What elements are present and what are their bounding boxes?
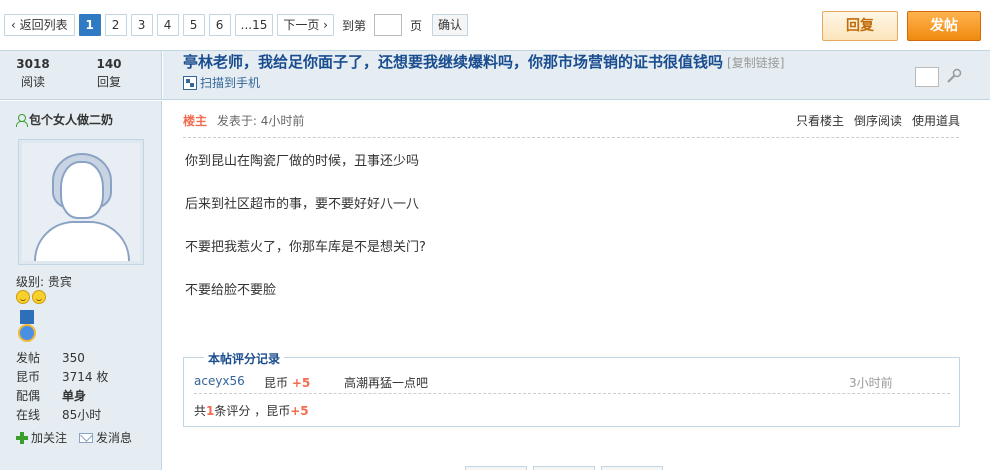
smiley-icon xyxy=(32,290,46,304)
follow-label: 加关注 xyxy=(31,431,68,445)
envelope-icon xyxy=(79,432,94,443)
message-label: 发消息 xyxy=(96,431,133,445)
stat-row: 昆币 3714 枚 xyxy=(16,368,108,387)
rating-legend: 本帖评分记录 xyxy=(204,350,285,367)
stat-row: 配偶 单身 xyxy=(16,387,108,406)
bottom-button[interactable] xyxy=(533,466,595,470)
jump-prefix: 到第 xyxy=(341,18,366,33)
stat-value: 85小时 xyxy=(62,408,102,422)
qr-code-icon xyxy=(183,75,197,90)
rating-time: 3小时前 xyxy=(849,376,893,390)
host-badge: 楼主 xyxy=(183,114,208,128)
rating-user-link[interactable]: aceyx56 xyxy=(194,374,245,388)
rating-row: aceyx56 昆币 +5 高潮再猛一点吧 3小时前 xyxy=(194,372,950,394)
jump-confirm-button[interactable]: 确认 xyxy=(432,14,469,36)
page-3-button[interactable]: 3 xyxy=(130,14,153,36)
author-name-link[interactable]: 包个女人做二奶 xyxy=(16,111,113,128)
page-1-button[interactable]: 1 xyxy=(78,14,101,36)
scan-to-phone-link[interactable]: 扫描到手机 xyxy=(183,74,260,91)
only-author-link[interactable]: 只看楼主 xyxy=(796,112,844,129)
post-paragraph: 不要把我惹火了，你那车库是不是想关门? xyxy=(185,240,426,255)
post-body: 你到昆山在陶瓷厂做的时候，丑事还少吗 后来到社区超市的事，要不要好好八一八 不要… xyxy=(185,151,426,323)
header-option-box[interactable] xyxy=(915,67,939,87)
avatar-body xyxy=(34,221,130,261)
scan-label: 扫描到手机 xyxy=(200,76,261,90)
page-2-button[interactable]: 2 xyxy=(104,14,127,36)
post-time: 发表于: 4小时前 xyxy=(216,114,305,128)
use-item-link[interactable]: 使用道具 xyxy=(912,112,960,129)
page-5-button[interactable]: 5 xyxy=(182,14,205,36)
send-message-button[interactable]: 发消息 xyxy=(79,429,132,446)
back-to-list-button[interactable]: ‹ 返回列表 xyxy=(4,14,75,36)
jump-suffix: 页 xyxy=(409,18,422,33)
rating-reason: 高潮再猛一点吧 xyxy=(344,376,429,390)
stat-key: 配偶 xyxy=(16,389,41,403)
thread-title-text: 亭林老师，我给足你面子了，还想要我继续爆料吗，你那市场营销的证书很值钱吗 xyxy=(183,53,724,71)
post-meta: 楼主 发表于: 4小时前 xyxy=(183,112,304,129)
new-post-button[interactable]: 发帖 xyxy=(907,11,981,41)
thread-stats: 3018 阅读 140 回复 xyxy=(0,51,162,99)
post-paragraph: 你到昆山在陶瓷厂做的时候，丑事还少吗 xyxy=(185,154,420,169)
author-stats: 发帖 350 昆币 3714 枚 配偶 单身 在线 85小时 xyxy=(16,349,108,425)
stat-row: 发帖 350 xyxy=(16,349,108,368)
post-tools: 只看楼主 倒序阅读 使用道具 xyxy=(786,112,960,129)
stat-value: 350 xyxy=(62,351,85,365)
follow-button[interactable]: 加关注 xyxy=(16,429,67,446)
stat-key: 发帖 xyxy=(16,351,41,365)
next-page-button[interactable]: 下一页 › xyxy=(277,14,334,36)
replies-label: 回复 xyxy=(96,75,121,89)
post-content: 楼主 发表于: 4小时前 只看楼主 倒序阅读 使用道具 你到昆山在陶瓷厂做的时候… xyxy=(163,101,990,470)
copy-link[interactable]: [复制链接] xyxy=(727,56,784,70)
rating-amount: +5 xyxy=(291,376,311,390)
wrench-icon[interactable] xyxy=(945,67,963,85)
level-stars xyxy=(16,290,48,304)
rating-currency: 昆币 +5 xyxy=(264,374,310,391)
post-paragraph: 不要给脸不要脸 xyxy=(185,283,277,298)
avatar[interactable] xyxy=(18,139,144,265)
post-paragraph: 后来到社区超市的事，要不要好好八一八 xyxy=(185,197,420,212)
author-sidebar: 包个女人做二奶 级别: 贵宾 发帖 350 昆币 3714 枚 配偶 单身 在线 85小… xyxy=(0,101,162,470)
jump-page-input[interactable] xyxy=(373,14,402,36)
author-actions: 加关注 发消息 xyxy=(16,429,144,446)
stat-value: 3714 枚 xyxy=(62,370,109,384)
page-6-button[interactable]: 6 xyxy=(208,14,231,36)
bottom-button[interactable] xyxy=(465,466,527,470)
views-count: 3018 xyxy=(16,57,50,71)
pager: ‹ 返回列表 1 2 3 4 5 6 ...15 下一页 › 到第 页 确认 xyxy=(4,14,469,36)
rating-currency-label: 昆币 xyxy=(264,376,289,390)
author-name: 包个女人做二奶 xyxy=(29,113,114,127)
bottom-button[interactable] xyxy=(601,466,663,470)
rating-record: 本帖评分记录 aceyx56 昆币 +5 高潮再猛一点吧 3小时前 共1条评分 … xyxy=(183,350,960,427)
thread-header: 3018 阅读 140 回复 亭林老师，我给足你面子了，还想要我继续爆料吗，你那… xyxy=(0,50,990,100)
thread-title-area: 亭林老师，我给足你面子了，还想要我继续爆料吗，你那市场营销的证书很值钱吗 [复制链… xyxy=(163,51,990,99)
page-4-button[interactable]: 4 xyxy=(156,14,179,36)
summary-amount: +5 xyxy=(290,404,309,418)
stat-key: 在线 xyxy=(16,408,41,422)
rating-summary: 共1条评分 ，昆币+5 xyxy=(194,402,309,419)
medal-icon[interactable] xyxy=(16,310,38,344)
author-level: 级别: 贵宾 xyxy=(16,275,72,289)
replies-count: 140 xyxy=(96,57,122,71)
user-icon xyxy=(16,113,28,127)
reverse-order-link[interactable]: 倒序阅读 xyxy=(854,112,902,129)
stat-value: 单身 xyxy=(62,389,87,403)
smiley-icon xyxy=(16,290,30,304)
summary-mid: 条评分 ，昆币 xyxy=(214,404,291,418)
replies-stat: 140 回复 xyxy=(86,57,132,90)
views-label: 阅读 xyxy=(20,75,45,89)
plus-icon xyxy=(16,431,28,444)
stat-key: 昆币 xyxy=(16,370,41,384)
stat-row: 在线 85小时 xyxy=(16,406,108,425)
top-bar: ‹ 返回列表 1 2 3 4 5 6 ...15 下一页 › 到第 页 确认 回… xyxy=(0,0,990,50)
views-stat: 3018 阅读 xyxy=(10,57,56,90)
summary-prefix: 共 xyxy=(194,404,207,418)
avatar-face xyxy=(60,161,104,219)
bottom-buttons xyxy=(465,466,669,470)
divider xyxy=(183,137,959,138)
reply-button[interactable]: 回复 xyxy=(822,11,898,41)
page-last-button[interactable]: ...15 xyxy=(234,14,274,36)
thread-title: 亭林老师，我给足你面子了，还想要我继续爆料吗，你那市场营销的证书很值钱吗 [复制链… xyxy=(183,51,784,72)
